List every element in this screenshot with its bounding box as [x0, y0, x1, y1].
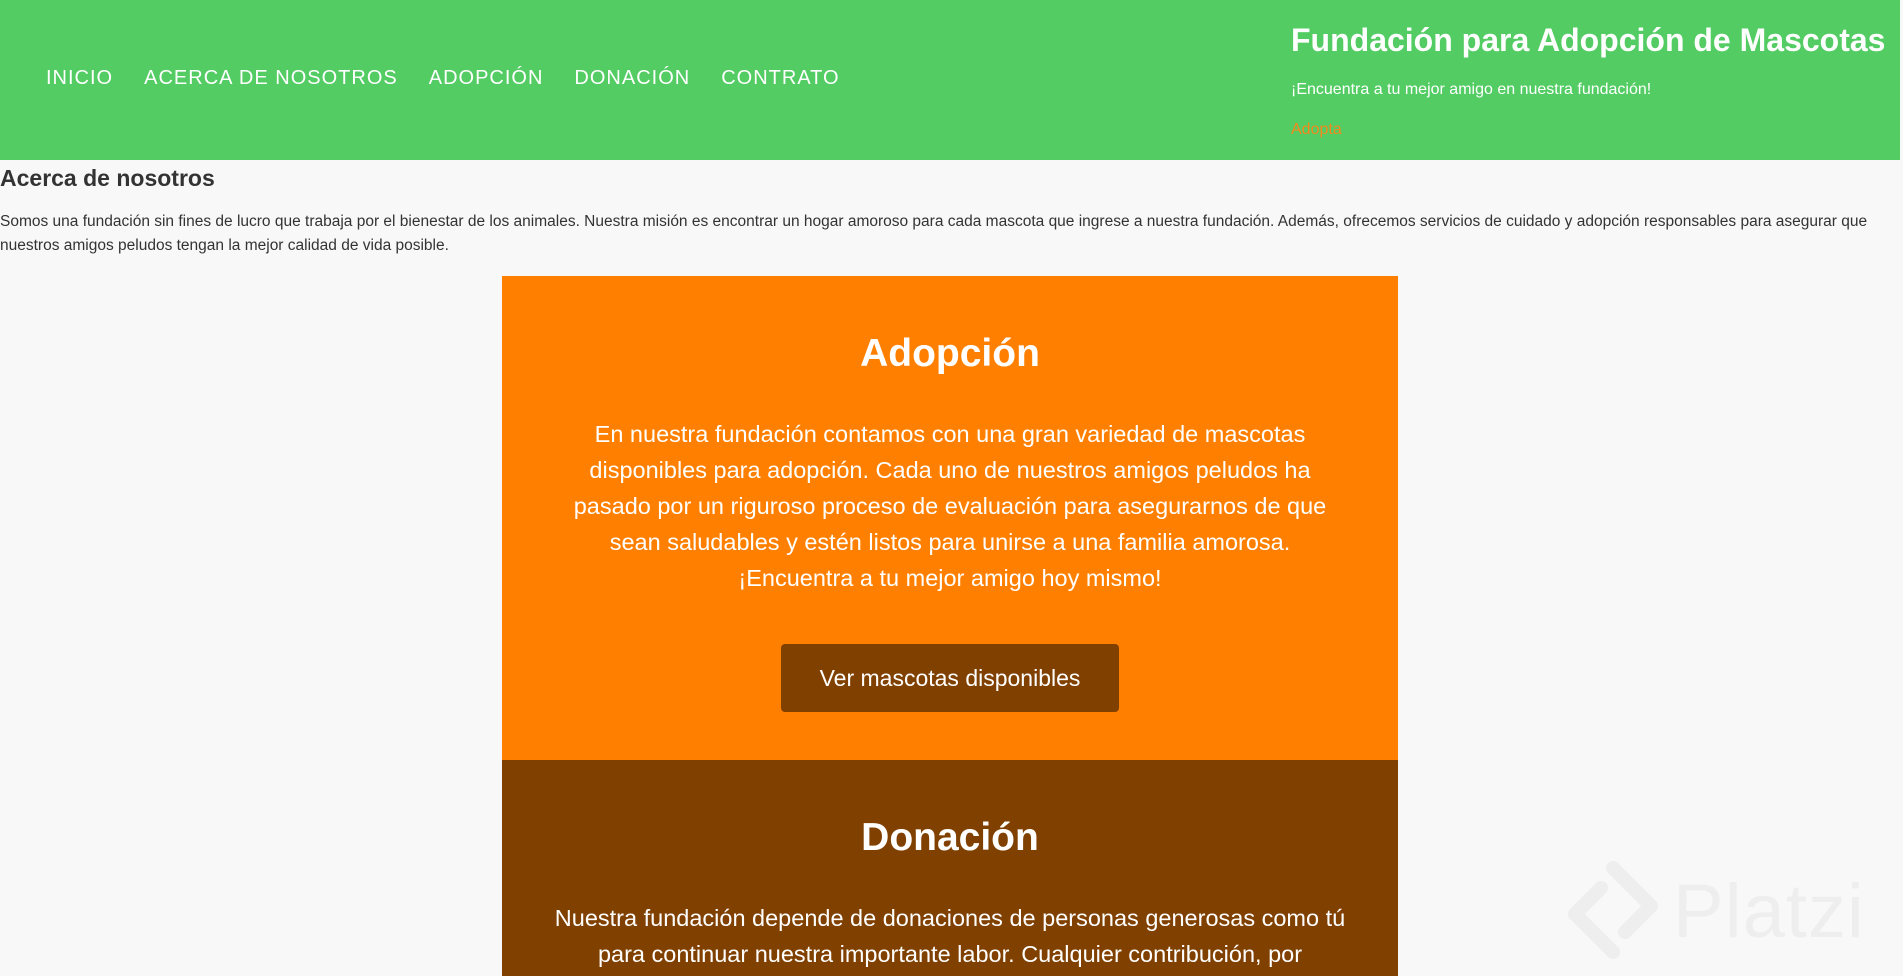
site-title: Fundación para Adopción de Mascotas — [1291, 22, 1886, 58]
about-text: Somos una fundación sin fines de lucro q… — [0, 213, 1868, 254]
view-pets-button[interactable]: Ver mascotas disponibles — [781, 644, 1119, 712]
brand-block: Fundación para Adopción de Mascotas ¡Enc… — [1291, 20, 1891, 140]
adoption-text: En nuestra fundación contamos con una gr… — [573, 421, 1327, 591]
platzi-logo-icon — [1568, 861, 1658, 959]
adopta-link[interactable]: Adopta — [1291, 120, 1342, 140]
nav-link-adopcion[interactable]: ADOPCIÓN — [429, 66, 544, 90]
site-tagline: ¡Encuentra a tu mejor amigo en nuestra f… — [1291, 81, 1652, 98]
donation-section: Donación Nuestra fundación depende de do… — [502, 760, 1398, 976]
site-header: INICIO ACERCA DE NOSOTROS ADOPCIÓN DONAC… — [0, 0, 1900, 160]
main-nav: INICIO ACERCA DE NOSOTROS ADOPCIÓN DONAC… — [46, 66, 871, 90]
about-section: Acerca de nosotros Somos una fundación s… — [0, 164, 1900, 258]
nav-link-inicio[interactable]: INICIO — [46, 66, 113, 90]
nav-link-donacion[interactable]: DONACIÓN — [574, 66, 690, 90]
donation-text: Nuestra fundación depende de donaciones … — [554, 905, 1346, 967]
nav-link-acerca-de-nosotros[interactable]: ACERCA DE NOSOTROS — [144, 66, 398, 90]
donation-heading: Donación — [861, 816, 1039, 859]
platzi-watermark-text: Platzi — [1673, 869, 1865, 954]
about-heading: Acerca de nosotros — [0, 165, 215, 191]
adoption-section: Adopción En nuestra fundación contamos c… — [502, 276, 1398, 760]
platzi-watermark: Platzi — [1563, 860, 1893, 960]
adoption-heading: Adopción — [860, 332, 1040, 375]
nav-link-contrato[interactable]: CONTRATO — [721, 66, 839, 90]
